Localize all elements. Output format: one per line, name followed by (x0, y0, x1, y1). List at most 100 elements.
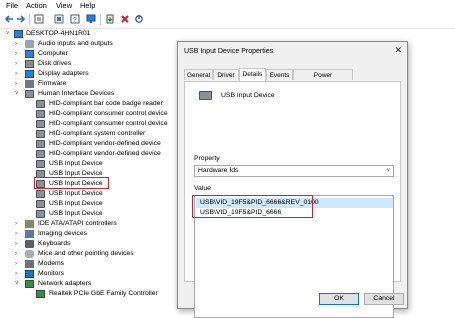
tree-category-item[interactable]: › Disk drives (0, 59, 180, 69)
tree-item-label: Realtek PCIe GbE Family Controller (49, 290, 158, 297)
tree-item-label: Disk drives (38, 60, 72, 67)
tab-details[interactable]: Details (239, 68, 266, 81)
properties-dialog: USB Input Device Properties ✕ General Dr… (177, 41, 408, 318)
tree-device-item[interactable]: HID-compliant vendor-defined device (0, 149, 180, 159)
tree-item-label: HID-compliant system controller (49, 130, 146, 137)
expand-chevron-icon[interactable]: › (15, 219, 21, 229)
tree-category-item[interactable]: › Imaging devices (0, 229, 180, 239)
tree-device-item[interactable]: USB Input Device (0, 209, 180, 219)
hid-icon (36, 200, 45, 208)
tree-category-item[interactable]: › Keyboards (0, 239, 180, 249)
expand-chevron-icon[interactable]: › (15, 39, 21, 49)
details-panel: USB Input Device Property Hardware Ids ˅… (184, 81, 401, 318)
tree-item-label: Human Interface Devices (38, 90, 115, 97)
tab-driver[interactable]: Driver (213, 69, 239, 80)
menu-action[interactable]: Action (26, 1, 47, 10)
tree-category-item[interactable]: › Audio inputs and outputs (0, 39, 180, 49)
ide-controller-icon (25, 220, 34, 228)
menu-bar: File Action View Help (0, 0, 455, 11)
help-icon[interactable]: ? (70, 14, 80, 24)
menu-help[interactable]: Help (80, 1, 95, 10)
tree-device-item[interactable]: HID-compliant consumer control device (0, 109, 180, 119)
expand-chevron-icon[interactable]: › (15, 229, 21, 239)
forward-icon[interactable] (16, 14, 26, 24)
tree-item-label: Display adapters (38, 70, 89, 77)
collapse-chevron-icon[interactable]: ˅ (15, 279, 21, 289)
tree-item-label: Network adapters (38, 280, 92, 287)
cancel-button[interactable]: Cancel (364, 293, 404, 305)
hid-device-icon (199, 91, 212, 100)
tree-item-label: Firmware (38, 80, 67, 87)
hid-icon (36, 210, 45, 218)
device-name: USB Input Device (221, 92, 275, 99)
tree-item-label: USB Input Device (49, 160, 103, 167)
expand-chevron-icon[interactable]: › (15, 249, 21, 259)
toolbar-separator (100, 14, 101, 25)
update-driver-icon[interactable] (105, 14, 115, 24)
tab-events[interactable]: Events (266, 69, 293, 80)
tab-power-management[interactable]: Power Management (293, 69, 353, 90)
svg-text:?: ? (73, 17, 77, 24)
toolbar: ? (0, 11, 455, 29)
tree-item-label: HID-compliant vendor-defined device (49, 150, 161, 157)
tree-category-item[interactable]: › Computer (0, 49, 180, 59)
disable-icon[interactable] (120, 14, 130, 24)
hid-icon (36, 130, 45, 138)
tree-device-item[interactable]: USB Input Device (0, 159, 180, 169)
show-hidden-icon[interactable] (54, 14, 64, 24)
tree-device-item[interactable]: HID-compliant system controller (0, 129, 180, 139)
tree-item-label: Audio inputs and outputs (38, 40, 113, 47)
tree-root[interactable]: ˅ DESKTOP-4HN1R01 (0, 29, 180, 39)
uninstall-icon[interactable] (134, 14, 144, 24)
disk-icon (25, 60, 34, 68)
property-select[interactable]: Hardware Ids ˅ (194, 165, 394, 177)
menu-file[interactable]: File (6, 1, 18, 10)
tree-category-item[interactable]: › Mice and other pointing devices (0, 249, 180, 259)
properties-icon[interactable] (34, 14, 44, 24)
speaker-icon (25, 40, 34, 48)
tree-category-item[interactable]: › Modems (0, 259, 180, 269)
network-adapter-icon (36, 290, 45, 298)
ok-button[interactable]: OK (319, 293, 359, 305)
close-icon[interactable]: ✕ (394, 45, 402, 56)
property-select-value: Hardware Ids (198, 167, 239, 174)
hid-icon (36, 120, 45, 128)
tree-category-item[interactable]: › Firmware (0, 79, 180, 89)
tree-item-label: USB Input Device (49, 200, 103, 207)
expand-chevron-icon[interactable]: › (15, 59, 21, 69)
tree-device-item[interactable]: USB Input Device (0, 189, 180, 199)
tree-device-item[interactable]: HID-compliant consumer control device (0, 119, 180, 129)
collapse-chevron-icon[interactable]: ˅ (15, 89, 21, 99)
toolbar-separator (29, 14, 30, 25)
tree-item-label: IDE ATA/ATAPI controllers (38, 220, 117, 227)
expand-chevron-icon[interactable]: › (15, 79, 21, 89)
value-highlight-annotation (192, 195, 313, 218)
tree-item-label: HID-compliant consumer control device (49, 120, 168, 127)
tree-device-item[interactable]: USB Input Device (0, 199, 180, 209)
tree-device-item[interactable]: HID-compliant bar code badge reader (0, 99, 180, 109)
expand-chevron-icon[interactable]: › (15, 269, 21, 279)
tree-device-item[interactable]: Realtek PCIe GbE Family Controller (0, 289, 180, 299)
tree-item-label: USB Input Device (49, 190, 103, 197)
display-icon (25, 70, 34, 78)
tree-category-item[interactable]: ˅ Human Interface Devices (0, 89, 180, 99)
tree-item-label: USB Input Device (49, 210, 103, 217)
back-icon[interactable] (4, 14, 14, 24)
tree-category-item[interactable]: › Display adapters (0, 69, 180, 79)
monitor-icon[interactable] (86, 14, 96, 24)
tree-root-label: DESKTOP-4HN1R01 (26, 30, 91, 37)
expand-chevron-icon[interactable]: › (15, 239, 21, 249)
tree-category-item[interactable]: › Monitors (0, 269, 180, 279)
expand-chevron-icon[interactable]: › (15, 69, 21, 79)
hid-icon (36, 190, 45, 198)
chevron-down-icon: ˅ (386, 168, 390, 174)
tree-category-item[interactable]: › IDE ATA/ATAPI controllers (0, 219, 180, 229)
expand-chevron-icon[interactable]: › (15, 49, 21, 59)
tab-general[interactable]: General (184, 69, 213, 80)
expand-chevron-icon[interactable]: › (15, 259, 21, 269)
keyboard-icon (25, 240, 34, 248)
tree-category-item[interactable]: ˅ Network adapters (0, 279, 180, 289)
collapse-chevron-icon[interactable]: ˅ (6, 29, 12, 39)
tree-device-item[interactable]: HID-compliant vendor-defined device (0, 139, 180, 149)
menu-view[interactable]: View (56, 1, 72, 10)
